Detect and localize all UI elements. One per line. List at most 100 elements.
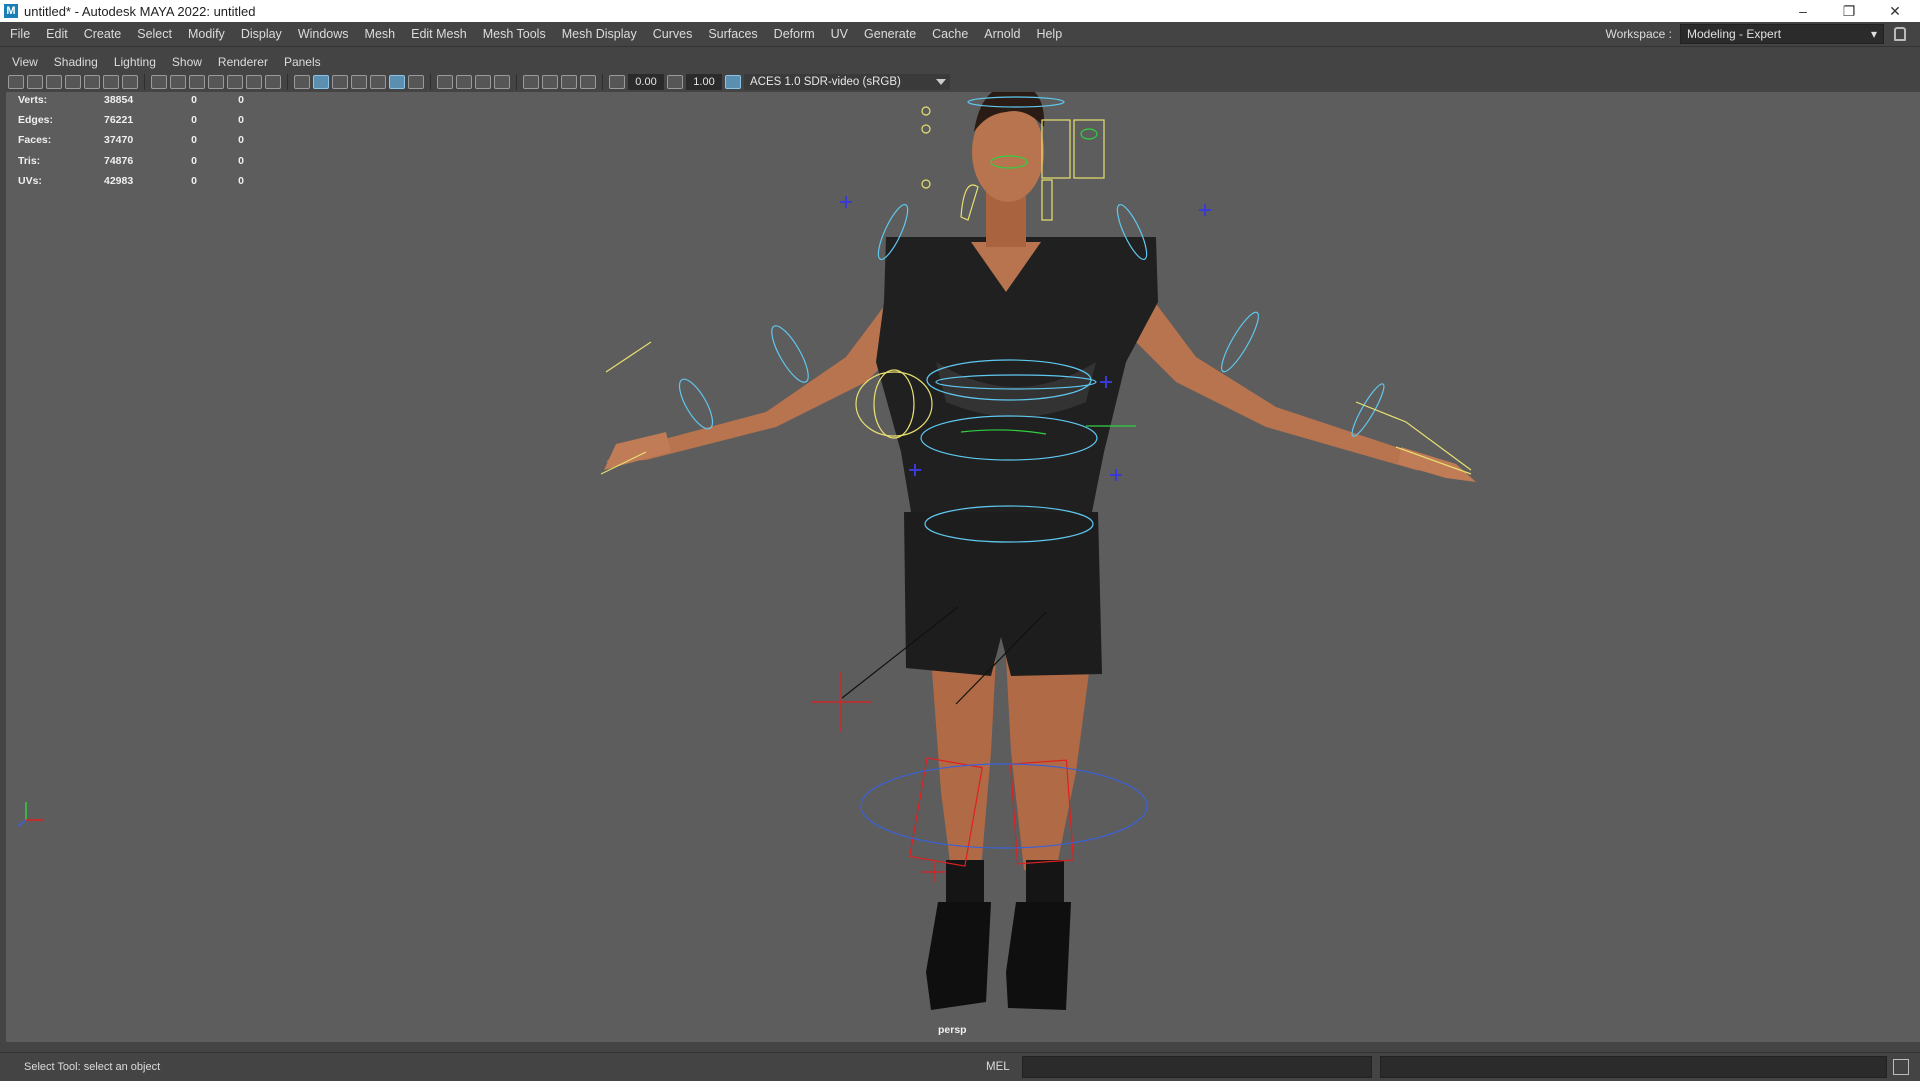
hud-label: UVs: xyxy=(18,174,42,187)
view-transform-icon[interactable] xyxy=(725,75,741,89)
camera-attributes-icon[interactable] xyxy=(27,75,43,89)
toolbar-separator xyxy=(516,74,517,90)
hud-value: 0 xyxy=(191,114,197,127)
color-space-value: ACES 1.0 SDR-video (sRGB) xyxy=(750,76,901,88)
safe-title-icon[interactable] xyxy=(265,75,281,89)
smooth-shade-icon[interactable] xyxy=(313,75,329,89)
restore-icon[interactable]: ❐ xyxy=(1826,0,1872,22)
menu-edit[interactable]: Edit xyxy=(38,27,76,41)
menu-uv[interactable]: UV xyxy=(823,27,856,41)
hud-row: Verts: 38854 0 0 xyxy=(18,90,256,110)
anti-aliasing-icon[interactable] xyxy=(475,75,491,89)
toolbar-separator xyxy=(602,74,603,90)
menu-generate[interactable]: Generate xyxy=(856,27,924,41)
resolution-gate-icon[interactable] xyxy=(189,75,205,89)
menu-mesh[interactable]: Mesh xyxy=(357,27,404,41)
hud-label: Verts: xyxy=(18,94,48,107)
menu-windows[interactable]: Windows xyxy=(290,27,357,41)
exposure-field[interactable]: 0.00 xyxy=(628,74,664,90)
xray-active-icon[interactable] xyxy=(561,75,577,89)
grease-pencil-icon[interactable] xyxy=(103,75,119,89)
wireframe-icon[interactable] xyxy=(294,75,310,89)
menu-create[interactable]: Create xyxy=(76,27,130,41)
camera-name-label: persp xyxy=(938,1024,967,1036)
isolate-select-icon[interactable] xyxy=(523,75,539,89)
field-chart-icon[interactable] xyxy=(227,75,243,89)
viewport-persp[interactable] xyxy=(6,92,1920,1042)
wireframe-on-shaded-icon[interactable] xyxy=(351,75,367,89)
gamma-icon[interactable] xyxy=(667,75,683,89)
color-space-dropdown[interactable]: ACES 1.0 SDR-video (sRGB) xyxy=(744,74,950,90)
panel-menu-shading[interactable]: Shading xyxy=(46,55,106,69)
menu-curves[interactable]: Curves xyxy=(645,27,701,41)
menu-display[interactable]: Display xyxy=(233,27,290,41)
exposure-icon[interactable] xyxy=(609,75,625,89)
xray-icon[interactable] xyxy=(542,75,558,89)
hud-label: Edges: xyxy=(18,114,54,127)
hud-value: 42983 xyxy=(104,174,134,187)
hud-row: Tris: 74876 0 0 xyxy=(18,151,256,171)
workspace-value: Modeling - Expert xyxy=(1687,27,1782,41)
panel-menu-panels[interactable]: Panels xyxy=(276,55,329,69)
close-icon[interactable]: ✕ xyxy=(1872,0,1918,22)
help-line: Select Tool: select an object xyxy=(24,1061,161,1073)
grid-icon[interactable] xyxy=(151,75,167,89)
hud-value: 0 xyxy=(191,94,197,107)
bookmark-icon[interactable] xyxy=(46,75,62,89)
hud-value: 0 xyxy=(191,154,197,167)
panel-toolbar: 0.00 1.00 ACES 1.0 SDR-video (sRGB) xyxy=(8,72,1008,92)
brush-icon[interactable] xyxy=(122,75,138,89)
hud-value: 76221 xyxy=(104,114,134,127)
gamma-field[interactable]: 1.00 xyxy=(686,74,722,90)
command-result-field xyxy=(1380,1056,1887,1078)
textured-icon[interactable] xyxy=(370,75,386,89)
poly-count-hud: Verts: 38854 0 0 Edges: 76221 0 0 Faces:… xyxy=(18,90,256,191)
hud-row: UVs: 42983 0 0 xyxy=(18,171,256,191)
depth-of-field-icon[interactable] xyxy=(494,75,510,89)
hud-value: 37470 xyxy=(104,134,134,147)
default-material-icon[interactable] xyxy=(332,75,348,89)
menu-mesh-display[interactable]: Mesh Display xyxy=(554,27,645,41)
panel-menu-lighting[interactable]: Lighting xyxy=(106,55,164,69)
menu-file[interactable]: File xyxy=(0,27,38,41)
menu-edit-mesh[interactable]: Edit Mesh xyxy=(403,27,475,41)
workspace-selector: Workspace : Modeling - Expert ▾ xyxy=(1606,24,1906,44)
maya-logo-icon: M xyxy=(4,4,18,18)
hud-value: 0 xyxy=(191,134,197,147)
status-bar: Select Tool: select an object MEL xyxy=(0,1052,1920,1081)
hud-value: 0 xyxy=(238,134,244,147)
motion-blur-icon[interactable] xyxy=(456,75,472,89)
panel-menu-show[interactable]: Show xyxy=(164,55,210,69)
script-type-toggle[interactable]: MEL xyxy=(986,1061,1010,1073)
hud-value: 0 xyxy=(238,114,244,127)
xray-joints-icon[interactable] xyxy=(580,75,596,89)
hud-row: Faces: 37470 0 0 xyxy=(18,130,256,150)
menu-help[interactable]: Help xyxy=(1028,27,1070,41)
camera-select-icon[interactable] xyxy=(8,75,24,89)
menu-deform[interactable]: Deform xyxy=(766,27,823,41)
menu-cache[interactable]: Cache xyxy=(924,27,976,41)
menu-mesh-tools[interactable]: Mesh Tools xyxy=(475,27,554,41)
lock-icon[interactable] xyxy=(1894,27,1906,41)
safe-action-icon[interactable] xyxy=(246,75,262,89)
menu-modify[interactable]: Modify xyxy=(180,27,233,41)
use-all-lights-icon[interactable] xyxy=(389,75,405,89)
gate-mask-icon[interactable] xyxy=(208,75,224,89)
shadows-icon[interactable] xyxy=(408,75,424,89)
script-editor-icon[interactable] xyxy=(1893,1059,1909,1075)
toolbar-separator xyxy=(430,74,431,90)
image-plane-icon[interactable] xyxy=(65,75,81,89)
two-d-pan-zoom-icon[interactable] xyxy=(84,75,100,89)
screen-space-ao-icon[interactable] xyxy=(437,75,453,89)
panel-menu-view[interactable]: View xyxy=(0,55,46,69)
menu-arnold[interactable]: Arnold xyxy=(976,27,1028,41)
command-line-input[interactable] xyxy=(1022,1056,1372,1078)
menu-surfaces[interactable]: Surfaces xyxy=(700,27,765,41)
workspace-dropdown[interactable]: Modeling - Expert ▾ xyxy=(1680,24,1884,44)
menu-select[interactable]: Select xyxy=(129,27,180,41)
panel-menu-renderer[interactable]: Renderer xyxy=(210,55,276,69)
character-mesh[interactable] xyxy=(604,92,1476,1010)
minimize-icon[interactable]: – xyxy=(1780,0,1826,22)
film-gate-icon[interactable] xyxy=(170,75,186,89)
panel-menu-bar: View Shading Lighting Show Renderer Pane… xyxy=(0,52,1920,72)
